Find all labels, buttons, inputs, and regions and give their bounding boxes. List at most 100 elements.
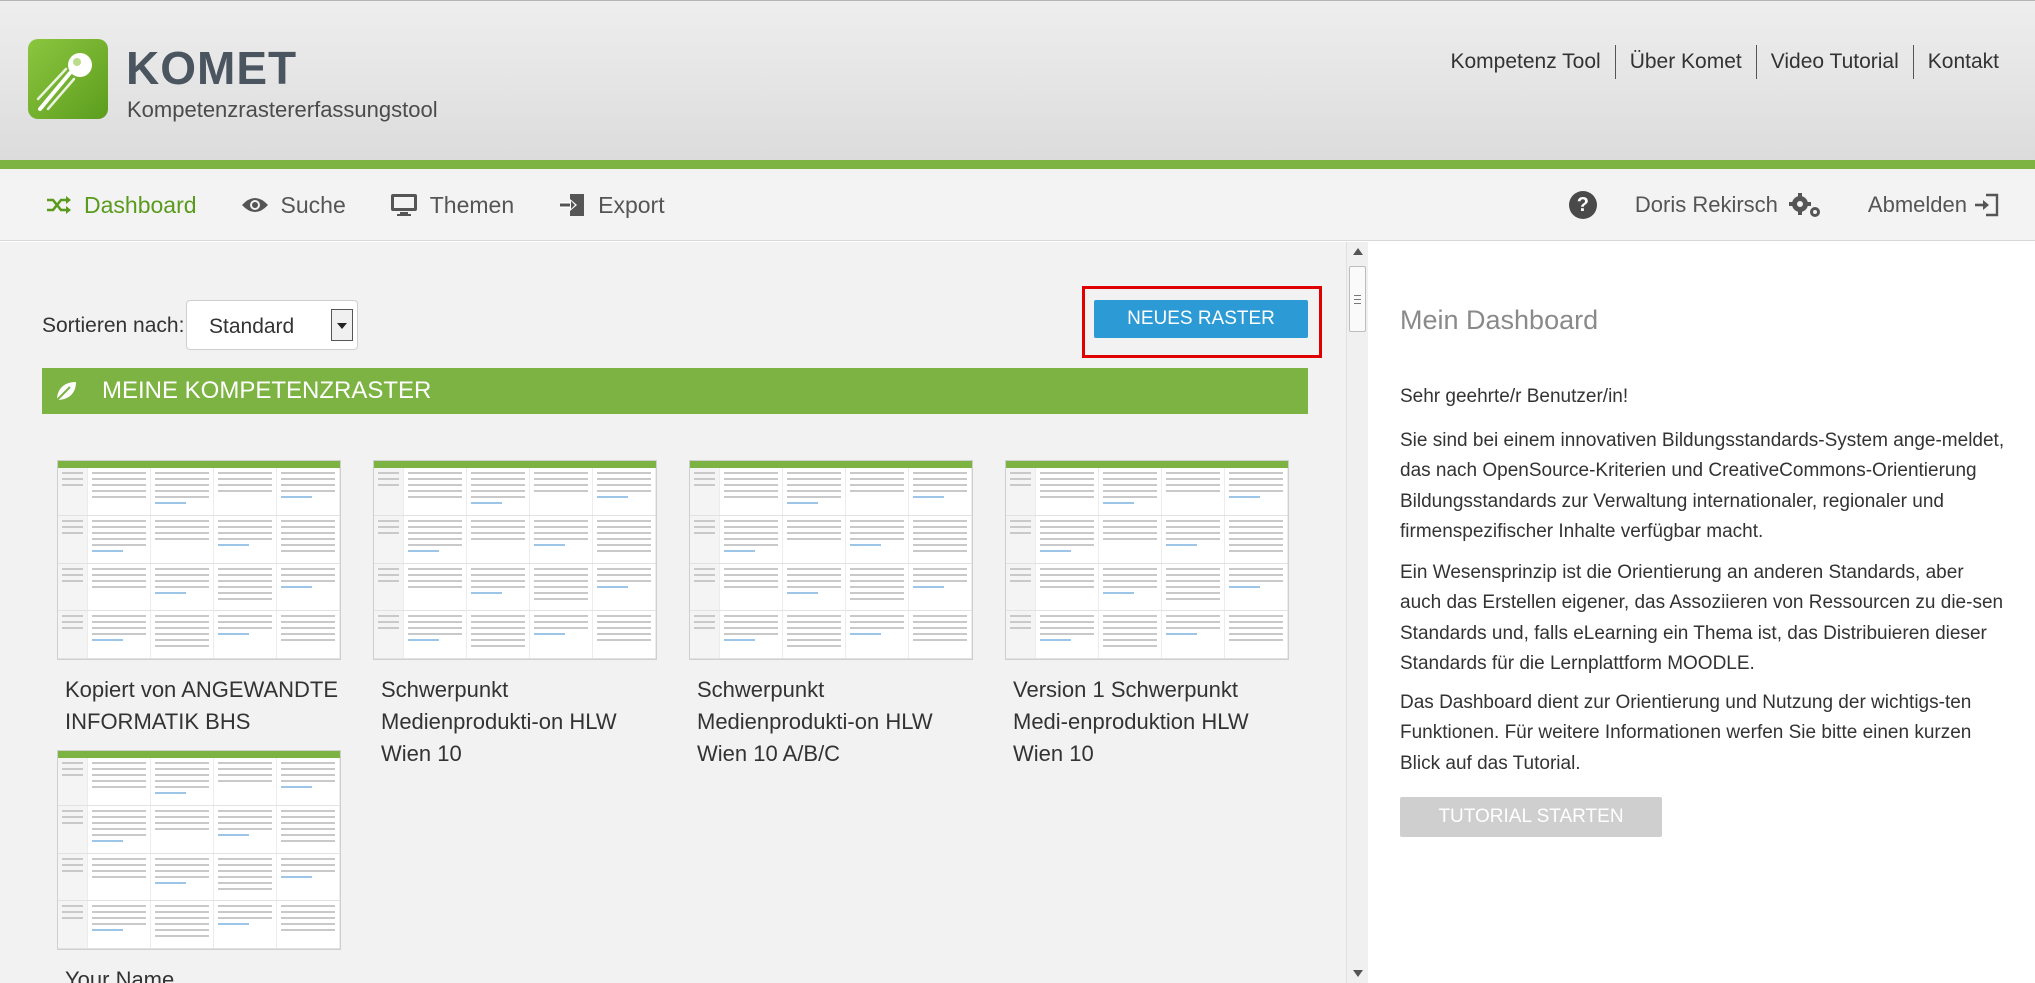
thumbnail-line xyxy=(1229,573,1283,576)
thumbnail-header-strip xyxy=(374,461,656,468)
thumbnail-line xyxy=(408,633,462,636)
thumbnail-line xyxy=(281,585,312,588)
thumbnail-line xyxy=(62,621,83,624)
nav-dashboard[interactable]: Dashboard xyxy=(46,192,197,219)
thumbnail-line xyxy=(155,537,209,540)
thumbnail-cell xyxy=(593,611,656,658)
user-settings[interactable]: Doris Rekirsch xyxy=(1635,192,1822,218)
thumbnail-line xyxy=(281,839,335,842)
thumbnail-line xyxy=(92,929,123,932)
thumbnail-line xyxy=(913,525,967,528)
thumbnail-line xyxy=(281,780,335,782)
thumbnail-line xyxy=(1229,567,1283,570)
nav-suche[interactable]: Suche xyxy=(241,192,346,219)
topnav-video-tutorial[interactable]: Video Tutorial xyxy=(1757,50,1913,74)
help-icon[interactable]: ? xyxy=(1568,191,1597,219)
thumbnail-line xyxy=(1040,525,1094,528)
thumbnail-line xyxy=(408,573,462,576)
thumbnail-line xyxy=(281,875,312,878)
thumbnail-line xyxy=(92,815,146,818)
thumbnail-line xyxy=(597,496,628,498)
thumbnail-line xyxy=(218,863,272,866)
raster-card[interactable]: Schwerpunkt Medienprodukti-on HLW Wien 1… xyxy=(373,460,657,770)
sort-select[interactable]: Standard xyxy=(186,300,358,350)
thumbnail-line xyxy=(694,478,715,480)
topnav-kontakt[interactable]: Kontakt xyxy=(1914,50,1999,74)
thumbnail-line xyxy=(724,579,778,582)
thumbnail-cell xyxy=(88,758,151,805)
thumbnail-line xyxy=(92,809,146,812)
thumbnail-line xyxy=(913,478,967,480)
topnav-ueber-komet[interactable]: Über Komet xyxy=(1616,50,1756,74)
thumbnail-line xyxy=(913,579,967,582)
thumbnail-cell xyxy=(151,758,214,805)
scroll-thumb[interactable] xyxy=(1349,266,1366,332)
raster-card[interactable]: Schwerpunkt Medienprodukti-on HLW Wien 1… xyxy=(689,460,973,770)
thumbnail-line xyxy=(408,567,462,570)
new-raster-button[interactable]: NEUES RASTER xyxy=(1094,300,1308,338)
thumbnail-cell xyxy=(467,563,530,611)
raster-card[interactable]: Version 1 Schwerpunkt Medi-enproduktion … xyxy=(1005,460,1289,770)
thumbnail-cell xyxy=(374,468,404,515)
thumbnail-line xyxy=(62,863,83,866)
thumbnail-line xyxy=(1166,615,1220,618)
thumbnail-line xyxy=(724,573,778,576)
thumbnail-line xyxy=(913,633,967,636)
thumbnail-line xyxy=(378,519,399,522)
thumbnail-line xyxy=(1040,573,1094,576)
raster-card[interactable]: Kopiert von ANGEWANDTE INFORMATIK BHS xyxy=(57,460,341,738)
nav-export[interactable]: Export xyxy=(558,192,665,219)
topnav-kompetenz-tool[interactable]: Kompetenz Tool xyxy=(1436,50,1614,74)
thumbnail-line xyxy=(155,502,186,504)
thumbnail-line xyxy=(92,484,146,486)
panel-scrollbar[interactable] xyxy=(1346,242,1368,983)
sign-out-icon xyxy=(1975,193,1999,217)
thumbnail-line xyxy=(471,615,525,618)
thumbnail-cell xyxy=(467,515,530,563)
thumbnail-line xyxy=(155,786,209,788)
dashboard-greeting: Sehr geehrte/r Benutzer/in! xyxy=(1400,386,1629,407)
thumbnail-line xyxy=(1103,567,1157,570)
thumbnail-line xyxy=(281,621,335,624)
thumbnail-line xyxy=(218,917,272,920)
thumbnail-line xyxy=(913,531,967,534)
thumbnail-cell xyxy=(846,611,909,658)
thumbnail-line xyxy=(1103,621,1157,624)
thumbnail-line xyxy=(787,472,841,474)
scroll-up-arrow[interactable] xyxy=(1353,248,1363,255)
thumbnail-cell xyxy=(151,468,214,515)
thumbnail-line xyxy=(1229,627,1283,630)
thumbnail-cell xyxy=(88,468,151,515)
thumbnail-cell xyxy=(214,901,277,948)
thumbnail-line xyxy=(62,531,83,534)
thumbnail-line xyxy=(471,519,525,522)
thumbnail-line xyxy=(155,615,209,618)
thumbnail-line xyxy=(694,472,715,474)
thumbnail-line xyxy=(92,768,146,770)
thumbnail-line xyxy=(408,478,462,480)
thumbnail-line xyxy=(1166,525,1220,528)
section-title: MEINE KOMPETENZRASTER xyxy=(102,377,432,404)
thumbnail-cell xyxy=(1225,611,1288,658)
thumbnail-line xyxy=(913,490,967,492)
thumbnail-line xyxy=(218,821,272,824)
thumbnail-row xyxy=(58,805,340,854)
thumbnail-line xyxy=(155,478,209,480)
raster-card[interactable]: Your Name xyxy=(57,750,341,983)
thumbnail-line xyxy=(218,597,272,600)
thumbnail-row xyxy=(374,468,656,516)
thumbnail-line xyxy=(155,585,209,588)
thumbnail-cell xyxy=(88,805,151,853)
komet-logo[interactable] xyxy=(28,39,108,119)
sort-select-value: Standard xyxy=(209,315,295,338)
nav-themen[interactable]: Themen xyxy=(390,192,514,219)
raster-thumbnail xyxy=(57,460,341,660)
logout-button[interactable]: Abmelden xyxy=(1868,192,1999,218)
scroll-down-arrow[interactable] xyxy=(1353,970,1363,977)
thumbnail-line xyxy=(471,645,525,648)
thumbnail-line xyxy=(281,833,335,836)
tutorial-start-button[interactable]: TUTORIAL STARTEN xyxy=(1400,797,1662,837)
thumbnail-row xyxy=(374,515,656,564)
thumbnail-line xyxy=(218,543,249,546)
thumbnail-row xyxy=(58,758,340,806)
